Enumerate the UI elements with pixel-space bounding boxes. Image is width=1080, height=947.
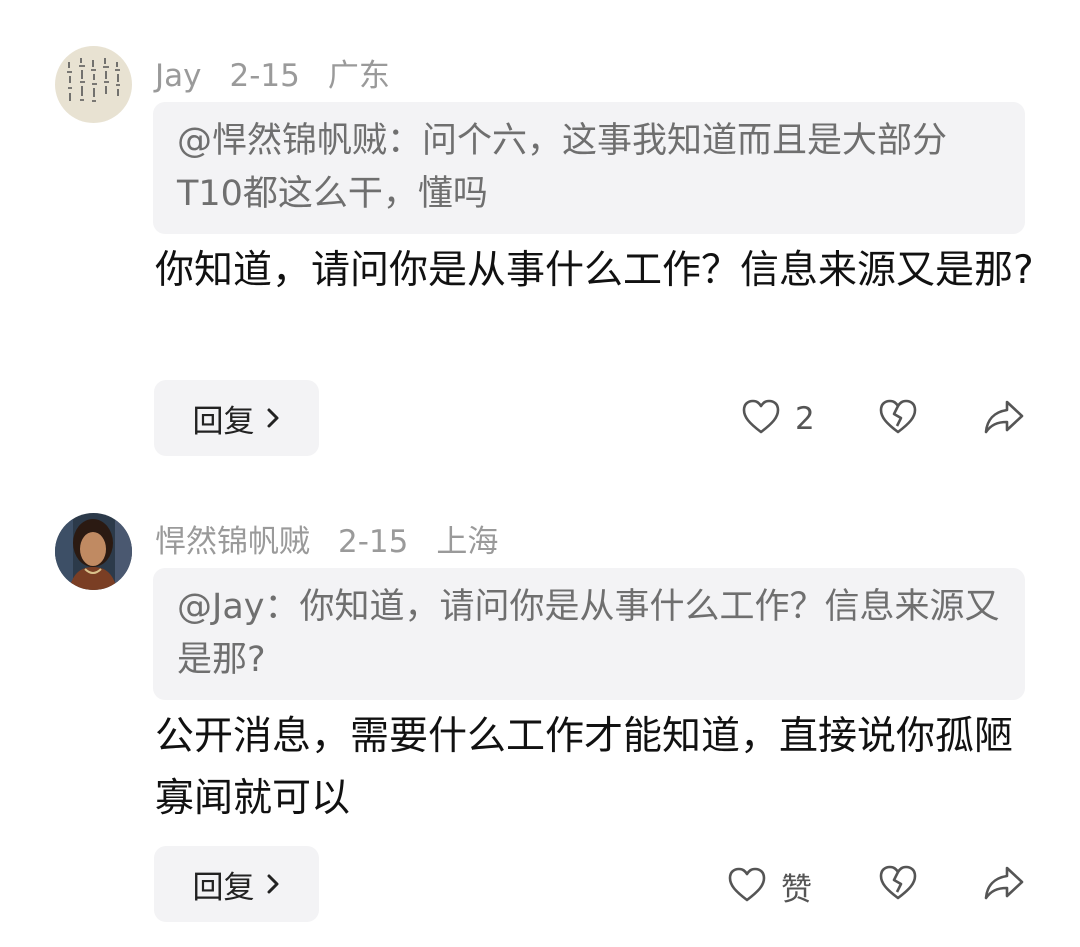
avatar[interactable]	[55, 513, 132, 590]
share-button[interactable]	[983, 864, 1025, 906]
reply-label: 回复	[192, 403, 255, 440]
like-button[interactable]: 2	[741, 398, 815, 440]
reply-button[interactable]: 回复	[154, 380, 319, 456]
comment-location: 上海	[436, 524, 499, 560]
author-name[interactable]: 悍然锦帆贼	[155, 524, 310, 560]
comment-location: 广东	[327, 58, 390, 94]
author-name[interactable]: Jay	[155, 58, 202, 94]
dislike-button[interactable]	[878, 864, 918, 906]
chevron-right-icon	[265, 406, 281, 430]
comment-meta: 悍然锦帆贼 2-15 上海	[155, 516, 526, 561]
avatar[interactable]	[55, 46, 132, 123]
chevron-right-icon	[265, 872, 281, 896]
like-button[interactable]: 赞	[727, 864, 812, 909]
comment-meta: Jay 2-15 广东	[155, 50, 418, 95]
comment-text: 你知道，请问你是从事什么工作？信息来源又是那?	[155, 248, 1034, 293]
heart-outline-icon	[727, 866, 767, 908]
like-count: 2	[795, 401, 815, 437]
quoted-reply[interactable]: @Jay：你知道，请问你是从事什么工作？信息来源又是那?	[153, 568, 1025, 700]
share-arrow-icon	[983, 398, 1025, 440]
like-label: 赞	[781, 872, 812, 908]
dislike-button[interactable]	[878, 398, 918, 440]
share-arrow-icon	[983, 864, 1025, 906]
heart-outline-icon	[741, 398, 781, 440]
comment-text: 公开消息，需要什么工作才能知道，直接说你孤陋寡闻就可以	[155, 714, 1014, 821]
broken-heart-icon	[878, 864, 918, 906]
reply-button[interactable]: 回复	[154, 846, 319, 922]
share-button[interactable]	[983, 398, 1025, 440]
quoted-reply[interactable]: @悍然锦帆贼：问个六，这事我知道而且是大部分T10都这么干，懂吗	[153, 102, 1025, 234]
broken-heart-icon	[878, 398, 918, 440]
comment-date: 2-15	[338, 524, 409, 560]
comment-date: 2-15	[229, 58, 300, 94]
reply-label: 回复	[192, 869, 255, 906]
